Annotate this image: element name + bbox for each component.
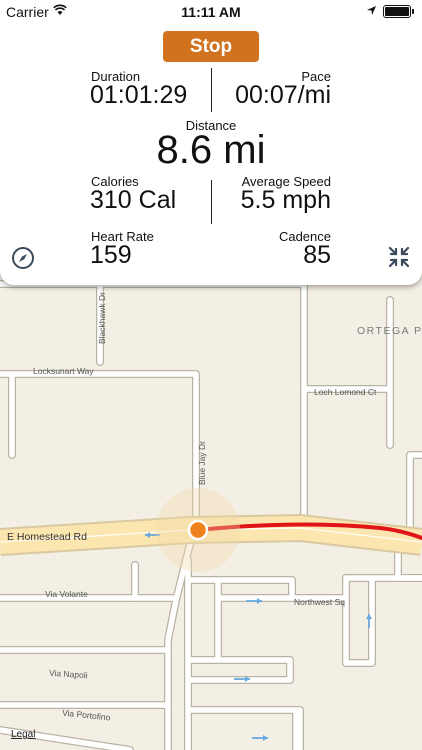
pace-value: 00:07/mi xyxy=(235,81,331,109)
heart-rate-value: 159 xyxy=(90,241,132,269)
battery-tip xyxy=(412,9,414,14)
map-label-e-homestead-rd: E Homestead Rd xyxy=(7,531,87,543)
calories-value: 310 Cal xyxy=(90,186,177,214)
location-arrow-icon xyxy=(366,3,377,19)
map-label-loch-lomond-ct: Loch Lomond Ct xyxy=(314,387,377,397)
map-label-ortega-park: ORTEGA PA xyxy=(357,325,422,337)
cadence-value: 85 xyxy=(303,241,331,269)
current-position-marker xyxy=(187,519,209,541)
map-label-northwest-sq: Northwest Sq xyxy=(294,597,346,607)
collapse-icon[interactable] xyxy=(388,246,410,273)
battery-icon xyxy=(383,5,411,18)
avg-speed-value: 5.5 mph xyxy=(240,186,331,214)
status-bar: Carrier 11:11 AM xyxy=(0,0,422,24)
divider-middle xyxy=(211,180,212,224)
workout-stats-panel: Stop Duration 01:01:29 Pace 00:07/mi Dis… xyxy=(0,24,422,285)
compass-icon[interactable] xyxy=(11,246,35,275)
divider-top xyxy=(211,68,212,112)
map-label-blackhawk-dr: Blackhawk Dr xyxy=(96,292,107,344)
stop-button[interactable]: Stop xyxy=(163,31,259,62)
map-label-locksunart-way: Locksunart Way xyxy=(33,366,94,376)
map-label-via-volante: Via Volante xyxy=(45,589,88,599)
map-label-blue-jay-dr: Blue Jay Dr xyxy=(196,441,207,485)
distance-value: 8.6 mi xyxy=(156,128,266,172)
clock: 11:11 AM xyxy=(181,4,241,20)
duration-value: 01:01:29 xyxy=(90,81,188,109)
legal-link[interactable]: Legal xyxy=(11,729,35,740)
